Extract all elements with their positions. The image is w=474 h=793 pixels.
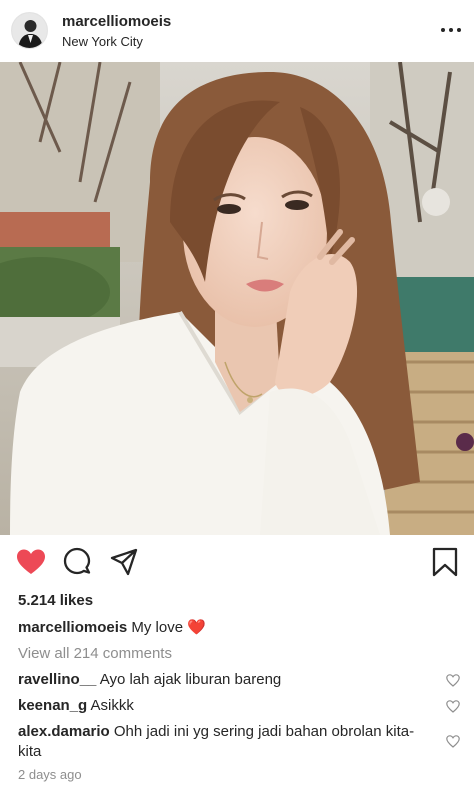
comment-text: Ayo lah ajak liburan bareng <box>99 671 282 688</box>
avatar[interactable] <box>11 12 48 49</box>
comment-item: keenan_g Asikkk <box>18 696 428 716</box>
view-all-comments-link[interactable]: View all 214 comments <box>18 645 172 662</box>
comment-item: alex.damario Ohh jadi ini yg sering jadi… <box>18 722 428 762</box>
heart-outline-icon[interactable] <box>446 735 460 753</box>
post-username[interactable]: marcelliomoeis <box>62 13 171 30</box>
post-header: marcelliomoeis New York City <box>0 0 474 62</box>
comment-username[interactable]: ravellino__ <box>18 671 96 688</box>
heart-filled-icon[interactable] <box>16 548 46 581</box>
comment-username[interactable]: keenan_g <box>18 697 87 714</box>
post-photo[interactable] <box>0 62 474 535</box>
paper-plane-icon[interactable] <box>110 548 138 581</box>
post-timestamp: 2 days ago <box>18 767 82 782</box>
comment-text: Asikkk <box>90 697 134 714</box>
likes-count[interactable]: 5.214 likes <box>18 592 93 609</box>
caption: marcelliomoeis My love ❤️ <box>18 618 206 636</box>
caption-text: My love <box>131 619 184 636</box>
action-bar <box>0 545 474 581</box>
comment-item: ravellino__ Ayo lah ajak liburan bareng <box>18 670 428 690</box>
comment-username[interactable]: alex.damario <box>18 723 110 740</box>
caption-username[interactable]: marcelliomoeis <box>18 619 127 636</box>
more-dots-icon[interactable] <box>441 28 463 34</box>
heart-outline-icon[interactable] <box>446 674 460 692</box>
heart-outline-icon[interactable] <box>446 700 460 718</box>
caption-emoji: ❤️ <box>187 619 206 636</box>
comment-bubble-icon[interactable] <box>63 547 91 580</box>
bookmark-icon[interactable] <box>432 547 458 582</box>
post-location[interactable]: New York City <box>62 34 143 49</box>
